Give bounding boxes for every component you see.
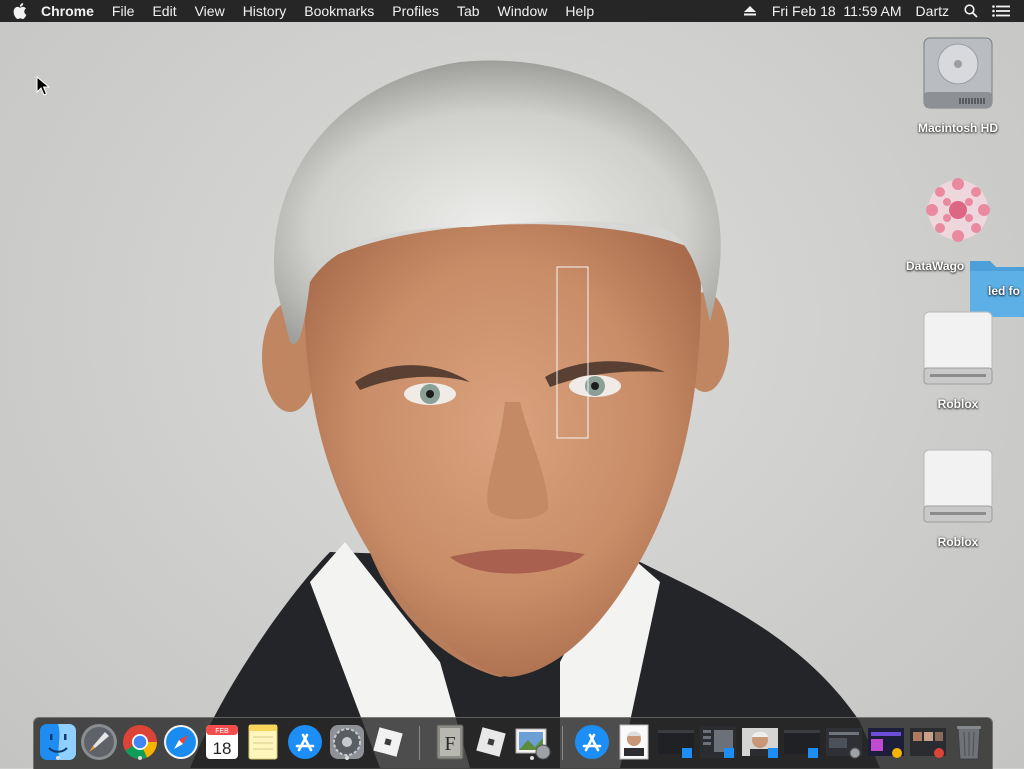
dock-window-7[interactable] [908, 722, 948, 762]
dock-chrome[interactable] [120, 722, 160, 762]
roblox-studio-icon [373, 727, 403, 757]
calendar-day: 18 [213, 739, 232, 758]
dock-preview[interactable] [512, 722, 552, 762]
dock-document[interactable] [614, 722, 654, 762]
menu-bar: Chrome File Edit View History Bookmarks … [0, 0, 1024, 22]
apple-icon[interactable] [12, 0, 28, 22]
calendar-icon: FEB 18 [206, 725, 238, 759]
trash-icon [957, 726, 981, 760]
notification-center-icon[interactable] [986, 0, 1016, 22]
menu-help[interactable]: Help [556, 0, 603, 22]
dock-window-6[interactable] [866, 722, 906, 762]
document-thumbnail [619, 724, 649, 760]
notes-icon [248, 724, 278, 760]
font-book-icon: F [436, 724, 464, 760]
window-thumbnail [784, 730, 820, 758]
running-indicator [56, 756, 60, 760]
dock-finder[interactable] [38, 722, 78, 762]
menu-view[interactable]: View [186, 0, 234, 22]
dock-window-5[interactable] [824, 722, 864, 762]
menu-clock[interactable]: Fri Feb 18 11:59 AM [765, 0, 909, 22]
dock-separator [562, 726, 563, 760]
disk-image-icon [923, 449, 993, 523]
dock-window-4[interactable] [782, 722, 822, 762]
window-thumbnail [700, 726, 736, 758]
dock-app-store[interactable] [285, 722, 325, 762]
menu-profiles[interactable]: Profiles [383, 0, 448, 22]
menu-bookmarks[interactable]: Bookmarks [295, 0, 383, 22]
menu-user[interactable]: Dartz [909, 0, 956, 22]
menu-app-name[interactable]: Chrome [32, 0, 103, 22]
window-thumbnail [742, 728, 778, 758]
desktop-icon-roblox-1[interactable]: Roblox [903, 308, 1013, 411]
dock-calendar[interactable]: FEB 18 [202, 722, 242, 762]
running-indicator [138, 756, 142, 760]
desktop-icon-label: led fo [988, 284, 1020, 298]
menu-file[interactable]: File [103, 0, 144, 22]
dock-safari[interactable] [161, 722, 201, 762]
mouse-cursor-icon [36, 76, 50, 96]
desktop-icon-roblox-2[interactable]: Roblox [903, 446, 1013, 549]
dock-font-book[interactable]: F [430, 722, 470, 762]
desktop-icon-label: Roblox [937, 535, 979, 549]
safari-icon [164, 725, 198, 759]
dock-system-preferences[interactable] [327, 722, 367, 762]
desktop-icon-folder[interactable]: led fo [968, 255, 1024, 317]
wallpaper-portrait [190, 60, 880, 768]
dock-window-3[interactable] [740, 722, 780, 762]
running-indicator [345, 756, 349, 760]
desktop-wallpaper [0, 22, 1024, 768]
menu-tab[interactable]: Tab [448, 0, 489, 22]
dock-separator [419, 726, 420, 760]
dock-window-2[interactable] [698, 722, 738, 762]
app-store-icon [288, 725, 322, 759]
calendar-month: FEB [215, 728, 229, 735]
running-indicator [530, 756, 534, 760]
window-thumbnail [658, 730, 694, 758]
dock-window-1[interactable] [656, 722, 696, 762]
roblox-icon [476, 727, 506, 757]
dock-roblox-studio[interactable] [368, 722, 408, 762]
dock-trash[interactable] [949, 722, 989, 762]
font-book-letter: F [444, 733, 455, 755]
hard-drive-icon [923, 37, 993, 109]
app-store-downloads-icon [575, 725, 609, 759]
datawago-icon [926, 178, 990, 242]
desktop-icon-label: Macintosh HD [917, 121, 998, 135]
menu-history[interactable]: History [234, 0, 296, 22]
eject-icon[interactable] [735, 0, 765, 22]
menu-edit[interactable]: Edit [143, 0, 185, 22]
disk-image-icon [923, 311, 993, 385]
window-thumbnail [826, 728, 862, 759]
launchpad-icon [81, 724, 117, 760]
dock-notes[interactable] [243, 722, 283, 762]
window-thumbnail [910, 728, 946, 758]
dock-roblox[interactable] [471, 722, 511, 762]
window-thumbnail [868, 728, 904, 758]
spotlight-search-icon[interactable] [956, 0, 986, 22]
desktop-icon-macintosh-hd[interactable]: Macintosh HD [903, 32, 1013, 135]
dock-launchpad[interactable] [79, 722, 119, 762]
dock-app-store-downloads[interactable] [572, 722, 612, 762]
desktop-icon-label: Roblox [937, 397, 979, 411]
dock: FEB 18 F [33, 717, 993, 769]
menu-window[interactable]: Window [489, 0, 557, 22]
